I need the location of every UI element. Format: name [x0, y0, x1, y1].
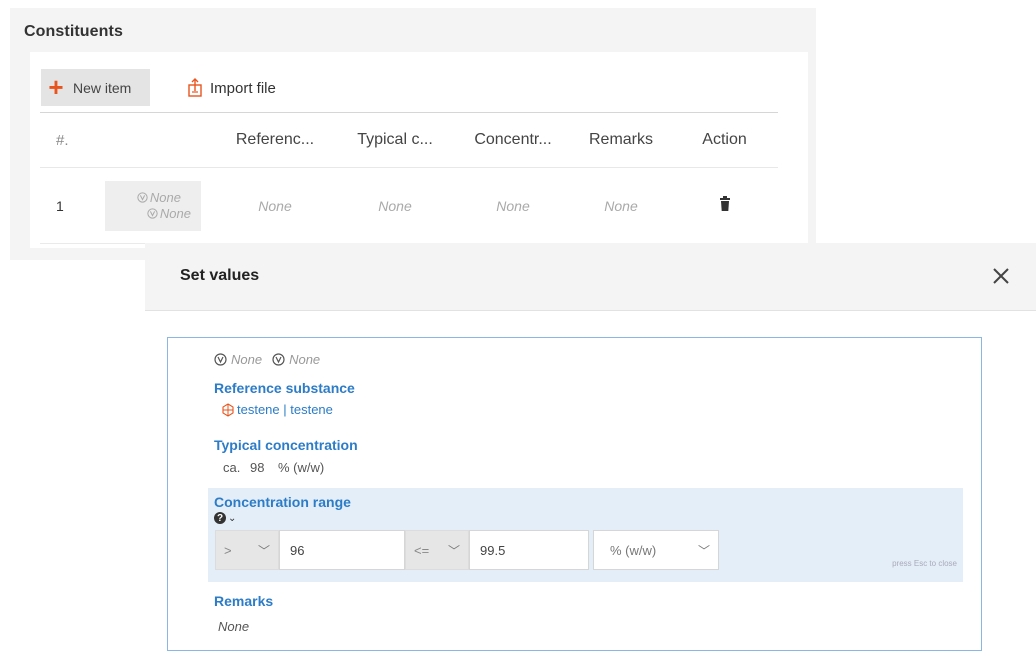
dialog-header: Set values: [145, 243, 1036, 311]
lower-qualifier-select[interactable]: > ﹀: [215, 530, 279, 570]
selector-line-1: None: [137, 190, 181, 206]
constituents-title: Constituents: [24, 23, 123, 40]
reference-substance-link[interactable]: testene | testene: [221, 402, 333, 417]
concentration-range-block: Concentration range ? ⌄ > ﹀ 96 <= ﹀ 99.5…: [208, 488, 963, 582]
row-reference: None: [258, 197, 292, 214]
import-file-button[interactable]: Import file: [186, 74, 276, 102]
plus-icon: +: [48, 71, 64, 102]
chevron-down-icon: ﹀: [447, 543, 460, 558]
concentration-range-label: Concentration range: [214, 494, 351, 510]
row-index: 1: [56, 197, 64, 214]
tag-icon: [137, 191, 148, 203]
tag-row: None None: [214, 352, 320, 367]
chevron-down-icon: ⌄: [228, 512, 237, 524]
selector-line-2: None: [147, 206, 191, 222]
column-header-index[interactable]: #.: [40, 132, 105, 149]
lower-value-input[interactable]: 96: [279, 530, 405, 570]
reference-substance-value: testene | testene: [237, 402, 333, 417]
new-item-label: New item: [73, 79, 132, 96]
typical-value: 98: [250, 460, 265, 475]
range-unit-select[interactable]: % (w/w) ﹀: [593, 530, 719, 570]
dialog-title: Set values: [180, 267, 260, 284]
table-header: #. Referenc... Typical c... Concentr... …: [40, 112, 778, 168]
lower-qualifier-value: >: [224, 542, 232, 558]
column-header-reference[interactable]: Referenc...: [215, 131, 335, 149]
tag-icon: [272, 353, 285, 366]
remarks-value[interactable]: None: [218, 619, 249, 634]
tag-icon: [214, 353, 227, 366]
range-unit-value: % (w/w): [610, 542, 657, 558]
row-concentration: None: [496, 197, 530, 214]
tag-icon: [147, 207, 158, 219]
help-icon: ?: [214, 512, 226, 524]
constituents-table: #. Referenc... Typical c... Concentr... …: [40, 112, 778, 244]
remarks-label: Remarks: [214, 593, 274, 609]
selector-line-2-text: None: [159, 205, 191, 221]
esc-hint: press Esc to close: [892, 559, 957, 568]
column-header-action: Action: [702, 131, 747, 148]
column-header-typical[interactable]: Typical c...: [335, 131, 455, 149]
upper-qualifier-value: <=: [414, 542, 430, 558]
help-toggle[interactable]: ? ⌄: [214, 512, 236, 524]
table-row[interactable]: 1 None None None None None None: [40, 168, 778, 244]
trash-icon[interactable]: [719, 196, 731, 212]
typical-qualifier: ca.: [223, 460, 241, 475]
new-item-button[interactable]: + New item: [41, 69, 150, 106]
upper-qualifier-select[interactable]: <= ﹀: [405, 530, 469, 570]
row-selector[interactable]: None None: [105, 180, 201, 231]
column-header-remarks[interactable]: Remarks: [571, 131, 671, 149]
upper-value-input[interactable]: 99.5: [469, 530, 589, 570]
constituents-card: Constituents + New item Import file #. R…: [10, 8, 816, 260]
close-icon[interactable]: [988, 263, 1014, 289]
structure-icon: [222, 402, 234, 417]
row-action: [671, 196, 778, 215]
typical-concentration-label: Typical concentration: [214, 437, 358, 453]
import-file-label: Import file: [210, 79, 276, 97]
tag-2: None: [289, 352, 321, 367]
chevron-down-icon: ﹀: [257, 543, 270, 558]
row-remarks: None: [604, 197, 638, 214]
reference-substance-label: Reference substance: [214, 380, 355, 396]
chevron-down-icon: ﹀: [697, 543, 710, 558]
tag-1: None: [231, 352, 263, 367]
row-selector-cell: None None: [105, 180, 215, 231]
selector-line-1-text: None: [149, 189, 181, 205]
typical-unit: % (w/w): [278, 460, 325, 475]
column-header-concentration[interactable]: Concentr...: [455, 131, 571, 149]
set-values-panel: None None Reference substance testene | …: [167, 337, 982, 651]
row-typical: None: [378, 197, 412, 214]
import-file-icon: [188, 78, 202, 97]
